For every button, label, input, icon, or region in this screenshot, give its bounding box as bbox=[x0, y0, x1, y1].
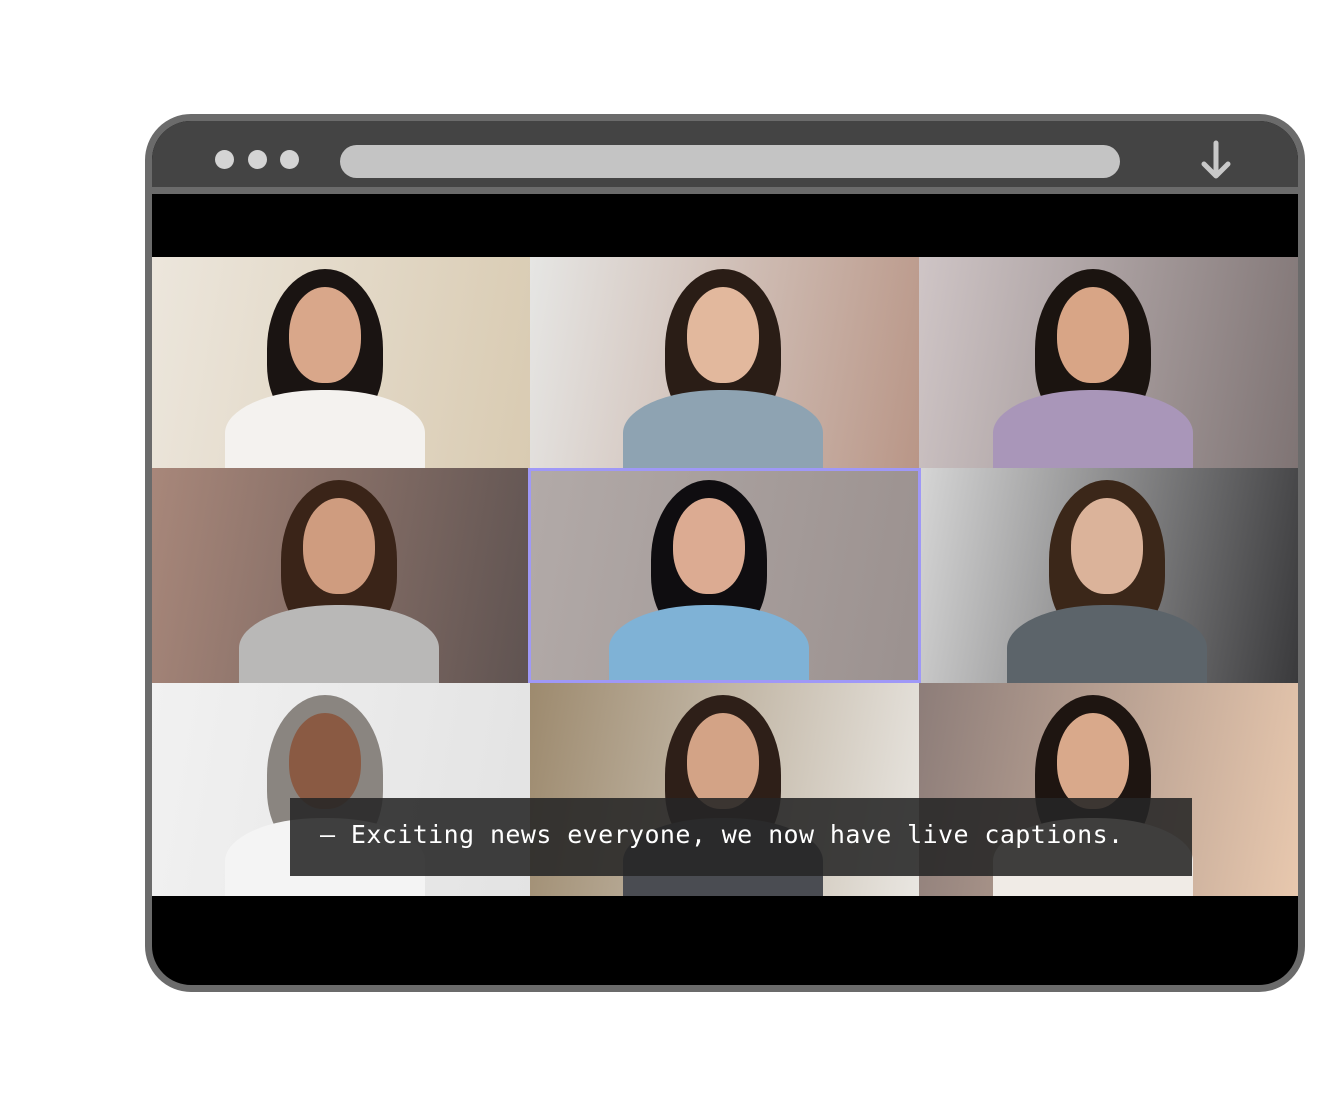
participant-video bbox=[919, 257, 1298, 468]
window-control-dot[interactable] bbox=[215, 150, 234, 169]
browser-toolbar bbox=[152, 121, 1298, 194]
participant-tile[interactable] bbox=[152, 468, 530, 683]
participant-tile[interactable] bbox=[919, 468, 1298, 683]
live-caption-box: – Exciting news everyone, we now have li… bbox=[290, 798, 1192, 876]
window-control-dot[interactable] bbox=[248, 150, 267, 169]
window-control-dot[interactable] bbox=[280, 150, 299, 169]
participant-video bbox=[152, 468, 530, 683]
participant-video bbox=[530, 468, 919, 683]
browser-window: – Exciting news everyone, we now have li… bbox=[145, 114, 1305, 992]
participant-tile[interactable] bbox=[530, 257, 919, 468]
address-bar[interactable] bbox=[340, 145, 1120, 178]
participant-video bbox=[152, 257, 530, 468]
live-caption-text: – Exciting news everyone, we now have li… bbox=[320, 820, 1124, 849]
participant-tile[interactable] bbox=[919, 257, 1298, 468]
video-grid: – Exciting news everyone, we now have li… bbox=[152, 257, 1298, 896]
participant-tile[interactable] bbox=[530, 468, 919, 683]
arrow-down-icon[interactable] bbox=[1196, 139, 1236, 183]
participant-video bbox=[530, 257, 919, 468]
participant-video bbox=[919, 468, 1298, 683]
participant-tile[interactable] bbox=[152, 257, 530, 468]
